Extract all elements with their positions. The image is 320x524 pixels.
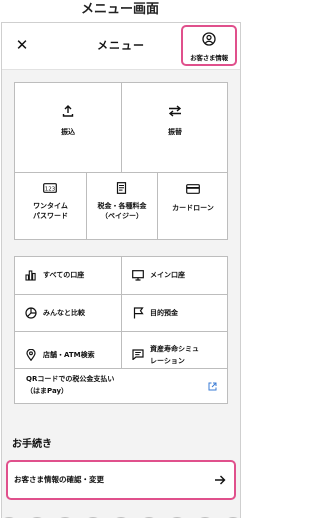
all-accounts-label: すべての口座	[43, 271, 85, 279]
main-account-button[interactable]: メイン口座	[122, 257, 228, 294]
onetime-label-2: パスワード	[33, 212, 68, 220]
transfer-button[interactable]: 振込	[15, 83, 121, 172]
goal-savings-label: 目的預金	[150, 309, 178, 317]
asset-sim-label-2: レーション	[150, 357, 185, 365]
transfer-label: 振込	[61, 128, 75, 136]
keypad-123-icon: 123	[43, 183, 57, 193]
procedures-heading: お手続き	[12, 439, 52, 450]
compare-label: みんなと比較	[43, 309, 85, 317]
qr-label-2: （はまPay）	[26, 387, 69, 395]
bar-chart-icon	[25, 270, 36, 281]
monitor-icon	[132, 270, 144, 281]
upload-icon	[62, 105, 74, 117]
onetime-password-button[interactable]: 123 ワンタイム パスワード	[15, 173, 86, 240]
qr-payment-button[interactable]: QRコードでの税公金支払い （はまPay）	[14, 368, 228, 404]
onetime-label-1: ワンタイム	[33, 202, 68, 210]
page-title: メニュー	[97, 39, 145, 52]
close-button[interactable]: ✕	[12, 35, 32, 55]
top-menu-grid: 振込 振替 123 ワンタイム パスワード 税金・各種料金 （ペイジー） カード…	[14, 82, 228, 240]
arrow-right-icon	[215, 475, 226, 485]
credit-card-icon	[186, 184, 200, 194]
main-account-label: メイン口座	[150, 271, 185, 279]
receipt-icon	[116, 182, 127, 194]
furikae-label: 振替	[168, 128, 182, 136]
flag-icon	[133, 307, 144, 319]
phone-screen: ✕ メニュー お客さま情報 振込 振替 123 ワンタイム パスワード 税金・各…	[1, 22, 241, 518]
branch-atm-label: 店舗・ATM検索	[43, 351, 95, 359]
svg-text:123: 123	[45, 186, 56, 192]
screen-caption: メニュー画面	[80, 2, 159, 17]
customer-info-change-button[interactable]: お客さま情報の確認・変更	[6, 460, 236, 500]
account-menu-grid: すべての口座 メイン口座 みんなと比較 目的預金 店舗・ATM検索 資産寿命シミ…	[14, 256, 228, 380]
customer-info-label: お客さま情報	[190, 54, 228, 62]
swap-arrows-icon	[168, 105, 182, 117]
tax-payment-button[interactable]: 税金・各種料金 （ペイジー）	[87, 173, 157, 240]
cardloan-label: カードローン	[172, 204, 214, 212]
external-link-icon	[208, 382, 217, 391]
all-accounts-button[interactable]: すべての口座	[15, 257, 121, 294]
goal-savings-button[interactable]: 目的預金	[122, 295, 228, 331]
qr-label-1: QRコードでの税公金支払い	[26, 375, 115, 383]
user-circle-icon	[202, 32, 216, 46]
chat-list-icon	[132, 349, 144, 360]
map-pin-icon	[26, 349, 36, 361]
furikae-button[interactable]: 振替	[122, 83, 228, 172]
pie-chart-icon	[25, 307, 37, 319]
customer-info-button[interactable]: お客さま情報	[181, 25, 237, 66]
tax-label-1: 税金・各種料金	[97, 202, 147, 210]
compare-button[interactable]: みんなと比較	[15, 295, 121, 331]
torn-edge-decoration	[4, 517, 238, 518]
asset-sim-label-1: 資産寿命シミュ	[150, 345, 199, 353]
cardloan-button[interactable]: カードローン	[158, 173, 228, 240]
tax-label-2: （ペイジー）	[101, 212, 143, 220]
customer-info-change-label: お客さま情報の確認・変更	[14, 475, 104, 484]
menu-header: ✕ メニュー お客さま情報	[2, 23, 240, 70]
